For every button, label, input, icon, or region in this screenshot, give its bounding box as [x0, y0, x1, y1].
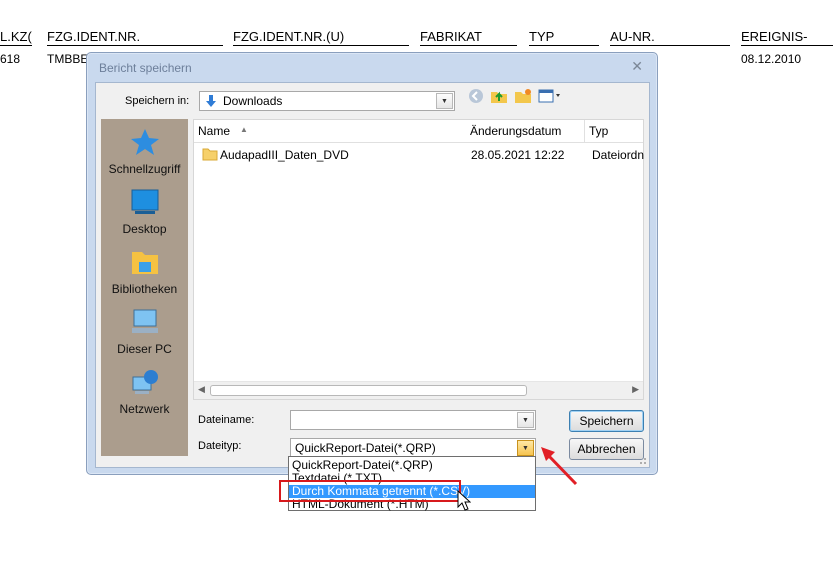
place-label: Desktop [122, 222, 167, 236]
column-header-typ: TYP [529, 29, 599, 46]
place-label: Schnellzugriff [108, 162, 181, 176]
column-header-au-nr: AU-NR. [610, 29, 730, 46]
filetype-label: Dateityp: [198, 440, 242, 452]
place-netzwerk[interactable]: Netzwerk [101, 367, 188, 416]
new-folder-icon[interactable] [514, 87, 532, 105]
place-desktop[interactable]: Desktop [101, 187, 188, 236]
chevron-down-icon[interactable]: ▼ [517, 440, 534, 456]
back-icon[interactable] [467, 87, 485, 105]
column-header-fzg-ident: FZG.IDENT.NR. [47, 29, 223, 46]
sort-up-icon: ▲ [240, 125, 248, 134]
scroll-right-icon[interactable]: ▶ [632, 384, 639, 395]
dialog-client-area: Speichern in: Downloads ▼ Schnellzugriff [95, 82, 650, 468]
column-header-lkz: L.KZ( [0, 29, 32, 46]
place-bibliotheken[interactable]: Bibliotheken [101, 247, 188, 296]
column-header-fzg-ident-u: FZG.IDENT.NR.(U) [233, 29, 409, 46]
place-schnellzugriff[interactable]: Schnellzugriff [101, 127, 188, 176]
cell-fzg-ident: TMBBE [47, 52, 89, 66]
file-date: 28.05.2021 12:22 [471, 148, 565, 162]
column-header-ereignis: EREIGNIS- [741, 29, 833, 46]
filename-label: Dateiname: [198, 414, 255, 426]
dialog-title: Bericht speichern [99, 61, 192, 75]
folder-icon [202, 148, 218, 161]
close-icon[interactable]: ✕ [631, 58, 643, 75]
desktop-icon [131, 189, 158, 214]
chevron-down-icon[interactable]: ▼ [436, 93, 453, 109]
mouse-cursor-icon [457, 490, 471, 511]
file-type: Dateiordn [592, 148, 645, 162]
save-in-label: Speichern in: [125, 95, 190, 107]
column-name[interactable]: Name ▲ [194, 120, 467, 143]
save-button[interactable]: Speichern [569, 410, 644, 432]
network-icon [132, 370, 158, 394]
place-label: Dieser PC [117, 342, 172, 356]
folder-up-icon[interactable] [490, 87, 508, 105]
library-icon [131, 252, 158, 274]
cancel-button[interactable]: Abbrechen [569, 438, 644, 460]
file-list: Name ▲ Änderungsdatum Typ AudapadIII_Dat… [193, 119, 644, 400]
file-name: AudapadIII_Daten_DVD [220, 148, 349, 162]
cell-ereignis-date: 08.12.2010 [741, 52, 802, 66]
star-icon [130, 129, 159, 155]
column-type-label: Typ [589, 124, 609, 138]
filename-input[interactable]: ▼ [290, 410, 536, 430]
computer-icon [131, 309, 158, 333]
save-in-combo[interactable]: Downloads ▼ [199, 91, 455, 111]
save-report-dialog: Bericht speichern ✕ Speichern in: Downlo… [86, 52, 658, 475]
filetype-value: QuickReport-Datei(*.QRP) [295, 441, 436, 455]
save-in-value: Downloads [223, 94, 283, 108]
column-date-label: Änderungsdatum [470, 124, 562, 138]
column-date[interactable]: Änderungsdatum [466, 120, 585, 143]
file-row[interactable]: AudapadIII_Daten_DVD 28.05.2021 12:22 Da… [194, 144, 645, 166]
scrollbar-thumb[interactable] [210, 385, 527, 396]
filetype-select[interactable]: QuickReport-Datei(*.QRP) ▼ [290, 438, 536, 458]
horizontal-scrollbar[interactable]: ◀ ▶ [194, 381, 643, 399]
place-label: Bibliotheken [111, 282, 178, 296]
column-type[interactable]: Typ [585, 120, 643, 143]
highlight-box [279, 480, 461, 502]
cell-lkz: 618 [0, 52, 21, 66]
place-dieser-pc[interactable]: Dieser PC [101, 307, 188, 356]
column-name-label: Name [198, 124, 231, 138]
place-label: Netzwerk [119, 402, 170, 416]
resize-grip-icon[interactable] [637, 455, 647, 465]
view-menu-icon[interactable] [538, 87, 564, 105]
red-arrow-icon [541, 447, 578, 486]
chevron-down-icon[interactable]: ▼ [517, 412, 534, 428]
places-bar: Schnellzugriff Desktop Bibliotheken Dies… [101, 119, 188, 456]
download-arrow-icon [206, 95, 216, 107]
scroll-left-icon[interactable]: ◀ [198, 384, 205, 395]
column-header-fabrikat: FABRIKAT [420, 29, 517, 46]
